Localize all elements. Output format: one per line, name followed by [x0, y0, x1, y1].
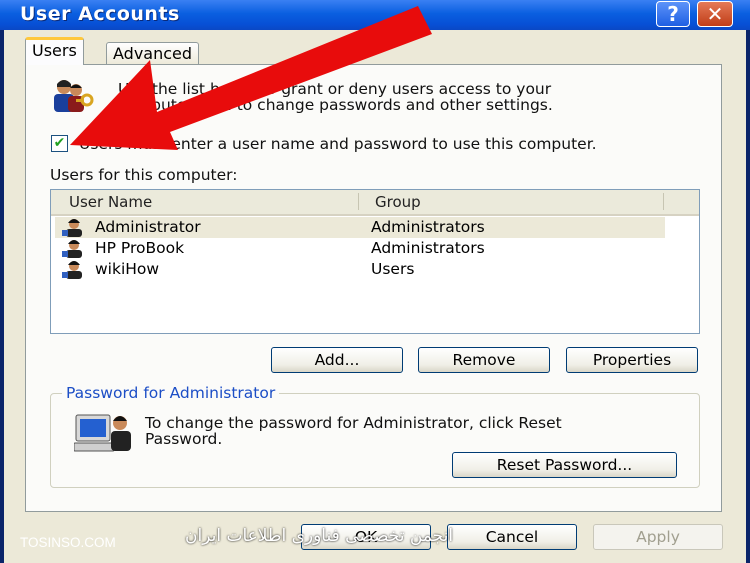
computer-user-icon [74, 414, 131, 452]
properties-button[interactable]: Properties [566, 347, 698, 373]
intro-line-2: computer, and to change passwords and ot… [118, 96, 553, 114]
watermark-persian: انجمن تخصصی فناوری اطلاعات ایران [185, 526, 454, 546]
user-group-cell: Administrators [371, 218, 485, 236]
password-group-title: Password for Administrator [62, 384, 280, 402]
window-title: User Accounts [20, 3, 180, 25]
remove-user-button[interactable]: Remove [418, 347, 550, 373]
add-user-button[interactable]: Add... [271, 347, 403, 373]
user-group-cell: Users [371, 260, 415, 278]
users-key-icon [54, 80, 94, 112]
apply-button[interactable]: Apply [593, 524, 723, 550]
require-login-label[interactable]: Users must enter a user name and passwor… [79, 135, 597, 153]
column-header-user-name[interactable]: User Name [69, 193, 152, 211]
password-instructions-line-2: Password. [145, 430, 223, 448]
watermark-tosinso: TOSINSO.COM [20, 535, 116, 550]
table-row[interactable]: wikiHow Users [55, 259, 665, 280]
user-group-cell: Administrators [371, 239, 485, 257]
tab-users[interactable]: Users [25, 37, 84, 65]
tab-advanced[interactable]: Advanced [106, 42, 200, 65]
user-icon [62, 240, 82, 258]
column-divider[interactable] [358, 193, 359, 210]
list-header: User Name Group [51, 190, 699, 216]
column-divider[interactable] [663, 193, 664, 210]
column-header-group[interactable]: Group [375, 193, 421, 211]
users-list-view[interactable]: User Name Group Administrator Administra… [50, 189, 700, 334]
close-button[interactable]: ✕ [697, 1, 733, 27]
cancel-button[interactable]: Cancel [447, 524, 577, 550]
user-name-cell: wikiHow [95, 260, 160, 278]
help-button[interactable]: ? [656, 1, 690, 27]
table-row[interactable]: Administrator Administrators [55, 217, 665, 238]
user-icon [62, 219, 82, 237]
require-login-checkbox[interactable]: ✔ [51, 135, 68, 152]
user-icon [62, 261, 82, 279]
user-name-cell: Administrator [95, 218, 201, 236]
user-name-cell: HP ProBook [95, 239, 185, 257]
reset-password-button[interactable]: Reset Password... [452, 452, 677, 478]
users-section-label: Users for this computer: [50, 166, 238, 184]
table-row[interactable]: HP ProBook Administrators [55, 238, 665, 259]
